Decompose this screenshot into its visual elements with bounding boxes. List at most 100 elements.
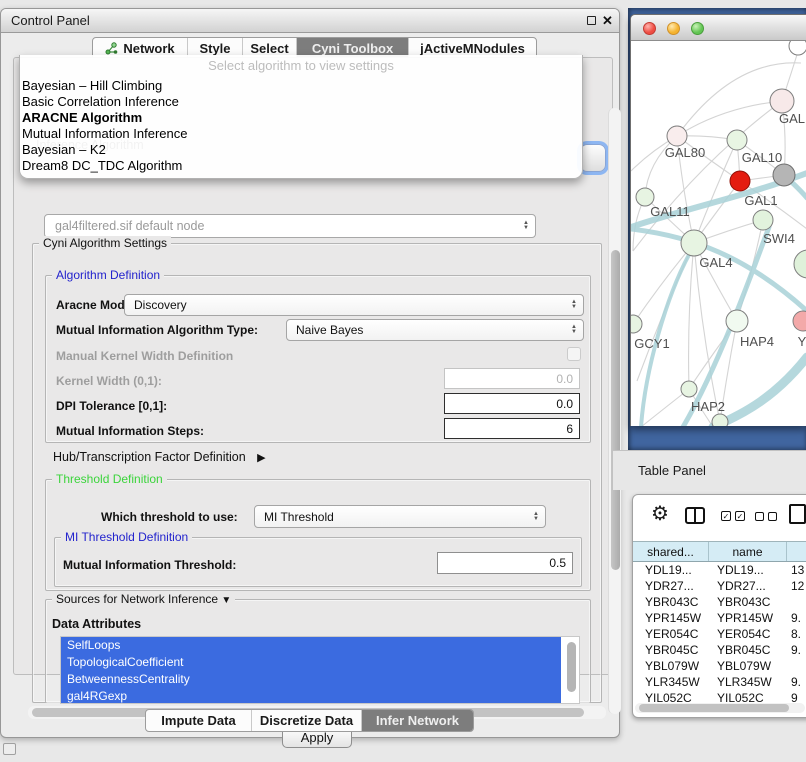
manual-kernel-label: Manual Kernel Width Definition (56, 349, 233, 363)
network-table-combo[interactable]: gal4filtered.sif default node ▲▼ (44, 214, 536, 238)
hub-definition-toggle[interactable]: Hub/Transcription Factor Definition ▶ (53, 450, 266, 464)
table-row[interactable]: YBR045CYBR045C9. (633, 642, 806, 658)
network-node[interactable] (727, 130, 747, 150)
node-label: GAL11 (650, 204, 690, 219)
float-window-icon[interactable] (587, 16, 596, 25)
expand-arrow-icon: ▶ (257, 452, 265, 464)
network-window-titlebar[interactable] (631, 15, 806, 41)
columns-icon[interactable] (685, 507, 705, 524)
list-item[interactable]: SelfLoops (61, 637, 561, 654)
node-label: GAL1 (744, 193, 777, 208)
table-horizontal-scrollbar[interactable] (635, 703, 805, 713)
network-node[interactable] (726, 310, 748, 332)
sources-group: Sources for Network Inference ▼ Data Att… (45, 599, 591, 703)
menu-item-bayesian-hill-climbing[interactable]: Bayesian – Hill Climbing (20, 78, 582, 94)
table-row[interactable]: YBR043CYBR043C (633, 594, 806, 610)
stepper-icon: ▲▼ (523, 221, 529, 231)
list-item[interactable]: TopologicalCoefficient (61, 654, 561, 671)
menu-item-bayesian-k2[interactable]: Bayesian – K2 (20, 142, 582, 158)
table-panel-bar: Table Panel (613, 450, 806, 490)
network-node[interactable] (773, 164, 795, 186)
network-node[interactable] (681, 381, 697, 397)
close-traffic-light-icon[interactable] (643, 22, 656, 35)
column-header-name[interactable]: name (709, 542, 787, 561)
collapsed-panel-button[interactable] (3, 743, 16, 755)
network-node[interactable] (753, 210, 773, 230)
menu-item-aracne[interactable]: ARACNE Algorithm (20, 110, 582, 126)
network-node[interactable] (770, 89, 794, 113)
node-label: GAL10 (742, 150, 782, 165)
which-threshold-combo[interactable]: MI Threshold ▲▼ (254, 505, 546, 528)
deselect-all-icon[interactable] (755, 512, 777, 521)
manual-kernel-checkbox[interactable] (567, 347, 581, 361)
node-label: HAP2 (691, 399, 725, 414)
select-all-icon[interactable]: ✓✓ (721, 511, 745, 521)
network-node[interactable] (667, 126, 687, 146)
tab-network-label: Network (123, 41, 174, 56)
table-row[interactable]: YDL19...YDL19...13 (633, 562, 806, 578)
tab-infer-network[interactable]: Infer Network (361, 710, 473, 731)
table-row[interactable]: YIL052CYIL052C9 (633, 690, 806, 703)
table-row[interactable]: YDR27...YDR27...12 (633, 578, 806, 594)
table-row[interactable]: YLR345WYLR345W9. (633, 674, 806, 690)
network-node[interactable] (712, 414, 728, 426)
data-attributes-list[interactable]: SelfLoops TopologicalCoefficient Between… (60, 636, 580, 704)
mi-threshold-field[interactable]: 0.5 (437, 552, 573, 574)
table-header: shared... name (633, 541, 806, 562)
mi-algorithm-type-label: Mutual Information Algorithm Type: (56, 323, 258, 337)
node-label: SWI4 (763, 231, 795, 246)
table-body: YDL19...YDL19...13 YDR27...YDR27...12 YB… (633, 562, 806, 703)
table-row[interactable]: YER054CYER054C8. (633, 626, 806, 642)
network-view-window: GAL GAL80 GAL10 GAL1 GAL11 SWI4 GAL4 GCY… (630, 14, 806, 426)
list-scrollbar-thumb[interactable] (567, 642, 576, 692)
algorithm-placeholder: Select algorithm to view settings (20, 58, 582, 78)
network-node[interactable] (789, 41, 806, 55)
stepper-icon: ▲▼ (571, 300, 577, 310)
settings-vertical-scrollbar[interactable] (608, 108, 621, 714)
list-item[interactable]: gal4RGexp (61, 688, 561, 704)
column-header-cut[interactable] (787, 542, 806, 561)
help-button[interactable] (580, 144, 606, 172)
menu-item-mutual-information[interactable]: Mutual Information Inference (20, 126, 582, 142)
network-node[interactable] (793, 311, 806, 331)
mi-threshold-definition-title: MI Threshold Definition (61, 530, 192, 545)
threshold-definition-group: Threshold Definition Which threshold to … (45, 479, 591, 591)
menu-item-dream8[interactable]: Dream8 DC_TDC Algorithm (20, 158, 582, 174)
control-panel-titlebar[interactable]: Control Panel ✕ (1, 9, 619, 33)
scrollbar-thumb[interactable] (639, 704, 789, 712)
kernel-width-field[interactable]: 0.0 (444, 368, 580, 389)
minimize-traffic-light-icon[interactable] (667, 22, 680, 35)
close-icon[interactable]: ✕ (602, 12, 613, 29)
screen: Control Panel ✕ Network Style Se (0, 0, 806, 762)
tab-discretize-data[interactable]: Discretize Data (251, 710, 361, 731)
network-node[interactable] (730, 171, 750, 191)
mi-steps-field[interactable]: 6 (444, 418, 580, 439)
node-label: HAP4 (740, 334, 774, 349)
list-item[interactable]: BetweennessCentrality (61, 671, 561, 688)
chevron-down-icon: ▼ (221, 595, 231, 606)
aracne-mode-combo[interactable]: Discovery ▲▼ (124, 294, 584, 316)
table-row[interactable]: YBL079WYBL079W (633, 658, 806, 674)
zoom-traffic-light-icon[interactable] (691, 22, 704, 35)
sources-title[interactable]: Sources for Network Inference ▼ (52, 592, 235, 608)
which-threshold-label: Which threshold to use: (101, 510, 238, 524)
network-canvas[interactable]: GAL GAL80 GAL10 GAL1 GAL11 SWI4 GAL4 GCY… (631, 41, 806, 426)
dpi-tolerance-field[interactable]: 0.0 (444, 393, 580, 414)
node-label: GAL80 (665, 145, 705, 160)
dpi-tolerance-label: DPI Tolerance [0,1]: (56, 399, 167, 413)
network-node[interactable] (681, 230, 707, 256)
scrollbar-thumb[interactable] (611, 250, 620, 570)
table-row[interactable]: YPR145WYPR145W9. (633, 610, 806, 626)
control-panel-window: Control Panel ✕ Network Style Se (0, 8, 620, 738)
tab-impute-data[interactable]: Impute Data (146, 710, 251, 731)
algorithm-dropdown-popup: Select algorithm to view settings Bayesi… (19, 55, 583, 179)
network-node[interactable] (631, 315, 642, 333)
network-node[interactable] (794, 250, 806, 278)
mi-algorithm-type-combo[interactable]: Naive Bayes ▲▼ (286, 319, 584, 341)
control-panel-title: Control Panel (11, 13, 90, 28)
column-header-shared-name[interactable]: shared... (633, 542, 709, 561)
data-attributes-label: Data Attributes (52, 617, 141, 631)
document-icon[interactable] (789, 504, 806, 524)
menu-item-basic-correlation[interactable]: Basic Correlation Inference (20, 94, 582, 110)
gear-icon[interactable]: ⚙ (651, 501, 669, 526)
